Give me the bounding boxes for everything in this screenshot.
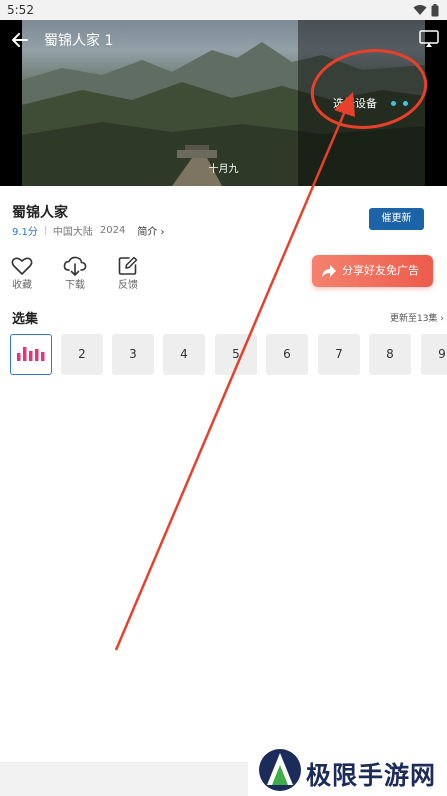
device-search-dot: [391, 101, 396, 106]
show-year: 2024: [99, 225, 126, 236]
battery-icon: [431, 3, 439, 16]
show-meta: 9.1分 中国大陆 2024 简介 ›: [12, 223, 165, 238]
status-icons: [413, 3, 439, 17]
favorite-button[interactable]: [10, 256, 34, 276]
device-search-dot: [403, 101, 408, 106]
episode-item[interactable]: 3: [112, 334, 154, 375]
download-button[interactable]: [63, 256, 87, 276]
video-subtitle: 十月九: [208, 164, 239, 175]
update-note-link[interactable]: 更新至13集 ›: [390, 311, 444, 324]
feedback-label: 反馈: [118, 280, 138, 291]
watermark-logo-icon: [259, 749, 301, 791]
episode-item[interactable]: 7: [318, 334, 360, 375]
intro-link[interactable]: 简介 ›: [137, 223, 164, 238]
episode-item[interactable]: 8: [369, 334, 411, 375]
episode-item[interactable]: 6: [266, 334, 308, 375]
show-title: 蜀锦人家: [12, 205, 68, 221]
share-label: 分享好友免广告: [342, 264, 419, 277]
wifi-icon: [413, 5, 427, 15]
edit-icon: [118, 256, 138, 275]
watermark-text: 极限手游网: [306, 761, 437, 790]
choose-device-label[interactable]: 选择设备: [333, 95, 377, 111]
episode-current[interactable]: [10, 334, 52, 375]
bottom-bar: [0, 762, 248, 796]
episode-item[interactable]: 4: [163, 334, 205, 375]
cloud-download-icon: [63, 256, 87, 276]
playing-bars-icon: [17, 347, 45, 361]
cast-screen-icon[interactable]: [419, 30, 439, 48]
episode-item-label: 9: [438, 347, 446, 361]
remind-update-button[interactable]: 催更新: [369, 208, 424, 230]
favorite-label: 收藏: [12, 280, 32, 291]
episode-item[interactable]: 9: [421, 334, 447, 375]
show-score: 9.1分: [12, 227, 38, 238]
share-friends-button[interactable]: 分享好友免广告: [312, 255, 433, 287]
episode-item[interactable]: 5: [215, 334, 257, 375]
feedback-button[interactable]: [116, 256, 140, 276]
show-region: 中国大陆: [52, 227, 93, 238]
status-bar: 5:52: [0, 0, 447, 20]
episodes-title: 选集: [12, 312, 39, 327]
episode-item[interactable]: 2: [61, 334, 103, 375]
download-label: 下载: [65, 280, 85, 291]
heart-icon: [11, 257, 33, 275]
meta-divider: [44, 226, 46, 235]
status-time: 5:52: [7, 3, 34, 17]
share-arrow-icon: [322, 265, 336, 277]
back-arrow-icon[interactable]: [10, 30, 30, 50]
video-player[interactable]: 蜀锦人家 1 选择设备 十月九: [0, 20, 447, 186]
player-title: 蜀锦人家 1: [44, 33, 114, 49]
